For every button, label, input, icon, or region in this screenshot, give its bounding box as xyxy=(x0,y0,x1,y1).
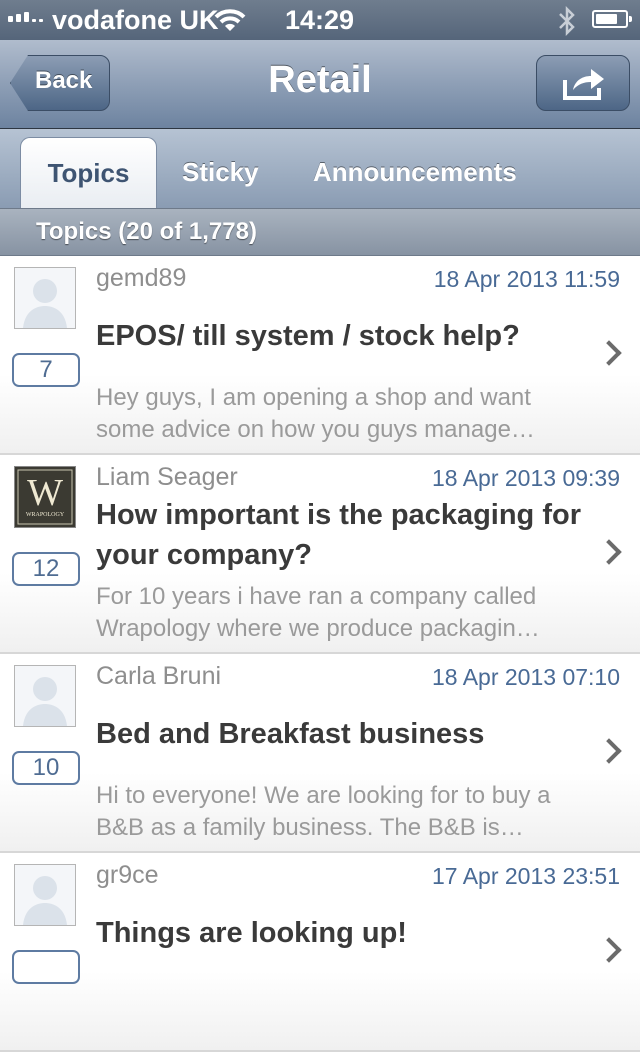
topic-author: Liam Seager xyxy=(96,463,238,491)
svg-text:W: W xyxy=(27,472,63,514)
topic-date: 18 Apr 2013 09:39 xyxy=(432,465,620,491)
page-title: Retail xyxy=(268,59,372,101)
segment-tabs: Topics Sticky Announcements xyxy=(0,129,640,208)
reply-count-badge: 12 xyxy=(12,552,80,586)
battery-icon xyxy=(592,10,632,28)
chevron-right-icon xyxy=(596,539,622,565)
chevron-right-icon xyxy=(596,937,622,963)
topic-excerpt: Hi to everyone! We are looking for to bu… xyxy=(96,782,551,841)
topic-date: 17 Apr 2013 23:51 xyxy=(432,863,620,889)
topic-title: How important is the packaging for your … xyxy=(96,499,581,571)
wrapology-logo: W WRAPOLOGY xyxy=(14,466,76,528)
tab-announcements[interactable]: Announcements xyxy=(313,137,517,208)
topic-author: gr9ce xyxy=(96,861,159,889)
svg-text:WRAPOLOGY: WRAPOLOGY xyxy=(26,512,65,518)
chevron-right-icon xyxy=(596,738,622,764)
back-button-label[interactable]: Back xyxy=(35,67,92,95)
topic-row[interactable]: 7 gemd89 18 Apr 2013 11:59 EPOS/ till sy… xyxy=(0,256,640,455)
status-bar: vodafone UK 14:29 xyxy=(0,0,640,40)
topic-date: 18 Apr 2013 07:10 xyxy=(432,664,620,690)
topic-row[interactable]: 10 Carla Bruni 18 Apr 2013 07:10 Bed and… xyxy=(0,654,640,853)
topic-title: Bed and Breakfast business xyxy=(96,718,485,750)
reply-count-badge xyxy=(12,950,80,984)
signal-strength-icon xyxy=(8,12,43,22)
reply-count-badge: 10 xyxy=(12,751,80,785)
chevron-right-icon xyxy=(596,340,622,366)
topic-row[interactable]: W WRAPOLOGY 12 Liam Seager 18 Apr 2013 0… xyxy=(0,455,640,654)
topic-date: 18 Apr 2013 11:59 xyxy=(433,266,620,292)
tab-sticky[interactable]: Sticky xyxy=(182,137,259,208)
topic-excerpt: Hey guys, I am opening a shop and want s… xyxy=(96,384,535,443)
topic-author: Carla Bruni xyxy=(96,662,222,690)
tab-topics[interactable]: Topics xyxy=(20,137,157,208)
default-avatar-icon xyxy=(14,864,76,926)
share-button[interactable] xyxy=(536,55,630,111)
clock: 14:29 xyxy=(285,5,355,35)
topic-excerpt: For 10 years i have ran a company called… xyxy=(96,583,540,642)
wifi-icon xyxy=(214,9,246,31)
bluetooth-icon xyxy=(559,6,575,36)
reply-count-badge: 7 xyxy=(12,353,80,387)
carrier-name: vodafone UK xyxy=(52,5,219,35)
topic-title: EPOS/ till system / stock help? xyxy=(96,320,520,352)
topic-author: gemd89 xyxy=(96,264,187,292)
topic-title: Things are looking up! xyxy=(96,917,407,949)
default-avatar-icon xyxy=(14,267,76,329)
share-icon xyxy=(563,69,604,100)
topic-list: 7 gemd89 18 Apr 2013 11:59 EPOS/ till sy… xyxy=(0,256,640,1052)
default-avatar-icon xyxy=(14,665,76,727)
section-header: Topics (20 of 1,778) xyxy=(0,208,640,256)
topic-row[interactable]: gr9ce 17 Apr 2013 23:51 Things are looki… xyxy=(0,853,640,1052)
